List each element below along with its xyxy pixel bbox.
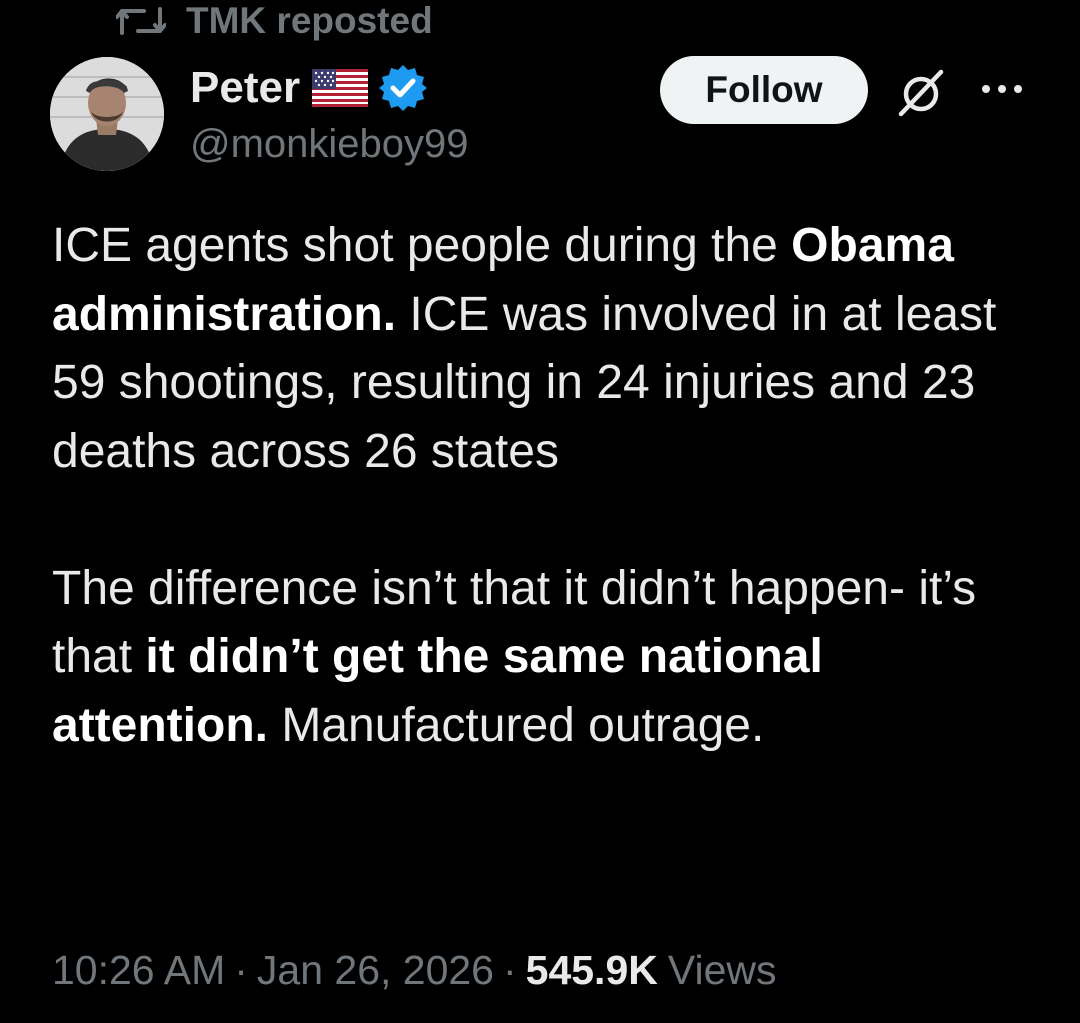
tweet-text-segment: ICE agents shot people during the bbox=[52, 219, 792, 272]
profile-photo bbox=[50, 57, 164, 171]
avatar[interactable] bbox=[50, 57, 164, 171]
views-count[interactable]: 545.9K bbox=[526, 947, 658, 994]
tweet-text-segment: Manufactured outrage. bbox=[267, 698, 765, 752]
tweet-paragraph-2: The difference isn’t that it didn’t happ… bbox=[52, 555, 1052, 761]
tweet-metadata: 10:26 AM · Jan 26, 2026 · 545.9K Views bbox=[52, 940, 777, 1000]
tweet-text: ICE agents shot people during the Obama … bbox=[52, 212, 1052, 760]
retweet-icon bbox=[116, 3, 166, 39]
separator: · bbox=[502, 946, 517, 993]
views-label[interactable]: Views bbox=[668, 947, 777, 994]
author-name-row[interactable]: Peter bbox=[190, 58, 428, 118]
more-options-icon[interactable] bbox=[976, 74, 1028, 104]
grok-icon[interactable] bbox=[893, 64, 949, 120]
us-flag-icon bbox=[312, 69, 369, 107]
tweet-paragraph-1: ICE agents shot people during the Obama … bbox=[52, 212, 1052, 486]
repost-indicator[interactable]: TMK reposted bbox=[116, 0, 433, 42]
verified-badge-icon[interactable] bbox=[378, 63, 428, 113]
repost-text: TMK reposted bbox=[186, 0, 433, 41]
tweet-time[interactable]: 10:26 AM bbox=[52, 947, 225, 994]
author-name[interactable]: Peter bbox=[190, 63, 300, 113]
separator: · bbox=[234, 946, 248, 993]
tweet-date[interactable]: Jan 26, 2026 bbox=[257, 947, 494, 994]
author-handle[interactable]: @monkieboy99 bbox=[190, 118, 469, 170]
follow-button[interactable]: Follow bbox=[660, 56, 868, 124]
